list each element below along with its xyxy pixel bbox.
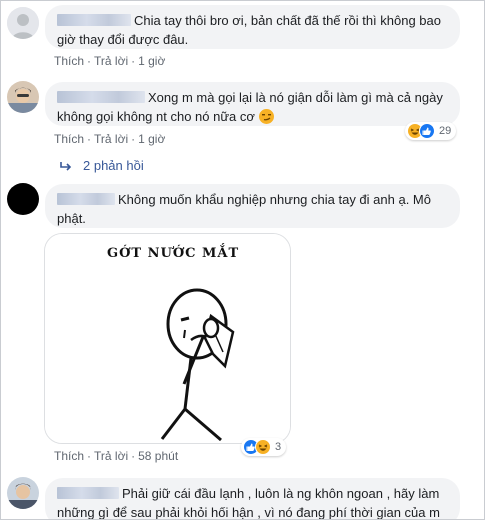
reply-link[interactable]: Trả lời xyxy=(94,54,128,68)
reply-link[interactable]: Trả lời xyxy=(94,132,128,146)
comment-actions: Thích · Trả lời · 1 giờ xyxy=(54,132,166,146)
redacted-author-name[interactable] xyxy=(57,14,131,26)
like-link[interactable]: Thích xyxy=(54,132,84,146)
view-replies-link[interactable]: 2 phản hồi xyxy=(59,158,144,173)
reply-link[interactable]: Trả lời xyxy=(94,449,128,463)
reaction-summary[interactable]: 29 xyxy=(405,122,457,140)
comment-bubble: Phải giữ cái đầu lạnh , luôn là ng khôn … xyxy=(45,478,460,519)
smirk-emoji-icon xyxy=(258,109,274,124)
like-link[interactable]: Thích xyxy=(54,54,84,68)
replies-count-label[interactable]: 2 phản hồi xyxy=(83,158,144,173)
avatar[interactable] xyxy=(7,81,39,113)
reaction-count: 3 xyxy=(275,441,282,453)
redacted-author-name[interactable] xyxy=(57,193,115,205)
avatar[interactable] xyxy=(7,7,39,39)
comment-bubble: Không muốn khẩu nghiệp nhưng chia tay đi… xyxy=(45,184,460,228)
like-reaction-icon xyxy=(419,123,435,139)
timestamp[interactable]: 1 giờ xyxy=(138,132,165,146)
comment-bubble: Xong m mà gọi lại là nó giận dỗi làm gì … xyxy=(45,82,460,126)
default-avatar-icon xyxy=(7,7,39,39)
comment-thread: Chia tay thôi bro ơi, bản chất đã thế rồ… xyxy=(0,0,485,520)
crying-stickman-meme-image xyxy=(45,234,290,443)
redacted-author-name[interactable] xyxy=(57,91,145,103)
comment-bubble: Chia tay thôi bro ơi, bản chất đã thế rồ… xyxy=(45,5,460,49)
comment-actions: Thích · Trả lời · 1 giờ xyxy=(54,54,166,68)
user-photo-icon xyxy=(7,81,39,113)
haha-reaction-icon xyxy=(255,439,271,455)
reply-arrow-icon xyxy=(60,161,72,171)
reaction-summary[interactable]: 3 xyxy=(241,438,287,456)
reaction-count: 29 xyxy=(439,125,452,137)
user-photo-icon xyxy=(7,477,39,509)
comment-actions: Thích · Trả lời · 58 phút xyxy=(54,449,179,463)
redacted-author-name[interactable] xyxy=(57,487,119,499)
meme-caption: GỚT NƯỚC MẮT xyxy=(107,246,240,261)
like-link[interactable]: Thích xyxy=(54,449,84,463)
avatar[interactable] xyxy=(7,183,39,215)
timestamp[interactable]: 58 phút xyxy=(138,449,178,463)
meme-image[interactable]: GỚT NƯỚC MẮT xyxy=(44,233,291,444)
timestamp[interactable]: 1 giờ xyxy=(138,54,165,68)
avatar[interactable] xyxy=(7,477,39,509)
